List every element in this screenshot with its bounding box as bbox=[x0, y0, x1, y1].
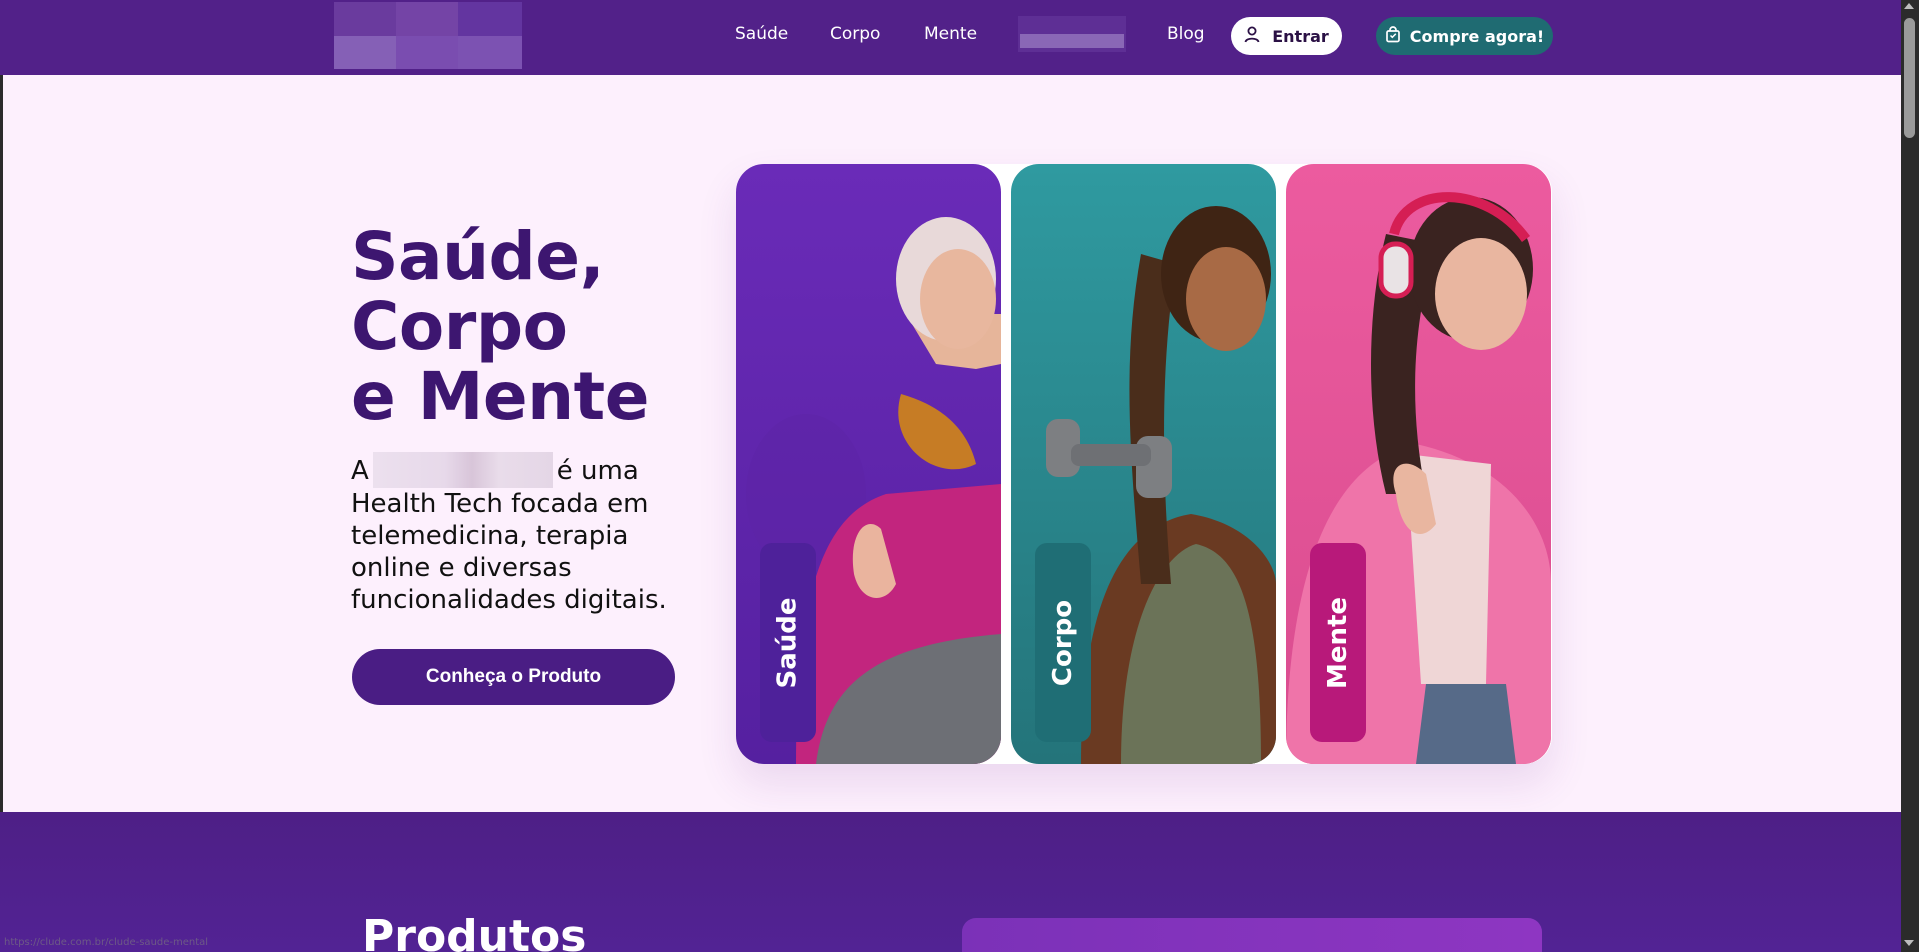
scrollbar-thumb[interactable] bbox=[1904, 18, 1915, 138]
hero-title: Saúde, Corpo e Mente bbox=[351, 222, 649, 432]
card-mente[interactable]: Mente bbox=[1286, 164, 1551, 764]
card-corpo-tag: Corpo bbox=[1035, 543, 1091, 742]
login-label: Entrar bbox=[1272, 26, 1329, 46]
hero-title-line: e Mente bbox=[351, 358, 649, 435]
learn-product-button[interactable]: Conheça o Produto bbox=[352, 649, 675, 705]
logo-redacted[interactable] bbox=[334, 2, 522, 69]
nav-saude-link[interactable]: Saúde bbox=[735, 24, 788, 44]
card-corpo-label: Corpo bbox=[1048, 599, 1078, 686]
scroll-up-arrow-icon[interactable] bbox=[1904, 3, 1914, 9]
nav-mente-link[interactable]: Mente bbox=[924, 24, 977, 44]
hero-title-line: Corpo bbox=[351, 288, 568, 365]
products-section bbox=[0, 812, 1919, 952]
card-saude[interactable]: Saúde bbox=[736, 164, 1001, 764]
buy-now-label: Compre agora! bbox=[1409, 26, 1545, 46]
card-corpo[interactable]: Corpo bbox=[1011, 164, 1276, 764]
buy-now-button[interactable]: Compre agora! bbox=[1376, 17, 1553, 55]
status-bar-url: https://clude.com.br/clude-saude-mental bbox=[4, 937, 209, 948]
product-card[interactable] bbox=[962, 918, 1542, 952]
hero-desc-prefix: A bbox=[351, 456, 369, 486]
site-header: Saúde Corpo Mente Blog Entrar Compre ago… bbox=[0, 0, 1919, 75]
window-edge bbox=[0, 0, 3, 952]
nav-blog-link[interactable]: Blog bbox=[1167, 24, 1205, 44]
products-title: Produtos bbox=[362, 911, 587, 952]
hero-title-line: Saúde, bbox=[351, 218, 605, 295]
scrollbar-track[interactable] bbox=[1901, 0, 1919, 952]
user-icon bbox=[1244, 26, 1260, 47]
card-saude-tag: Saúde bbox=[760, 543, 816, 742]
scroll-down-arrow-icon[interactable] bbox=[1904, 940, 1914, 946]
hero-description: Aé uma Health Tech focada em telemedicin… bbox=[351, 452, 701, 616]
shopping-bag-icon bbox=[1385, 25, 1401, 47]
login-button[interactable]: Entrar bbox=[1231, 17, 1342, 55]
card-mente-label: Mente bbox=[1323, 596, 1353, 689]
nav-corpo-link[interactable]: Corpo bbox=[830, 24, 880, 44]
card-saude-label: Saúde bbox=[773, 596, 803, 689]
brand-name-redacted bbox=[372, 452, 553, 488]
nav-link-redacted[interactable] bbox=[1018, 16, 1126, 52]
card-mente-tag: Mente bbox=[1310, 543, 1366, 742]
